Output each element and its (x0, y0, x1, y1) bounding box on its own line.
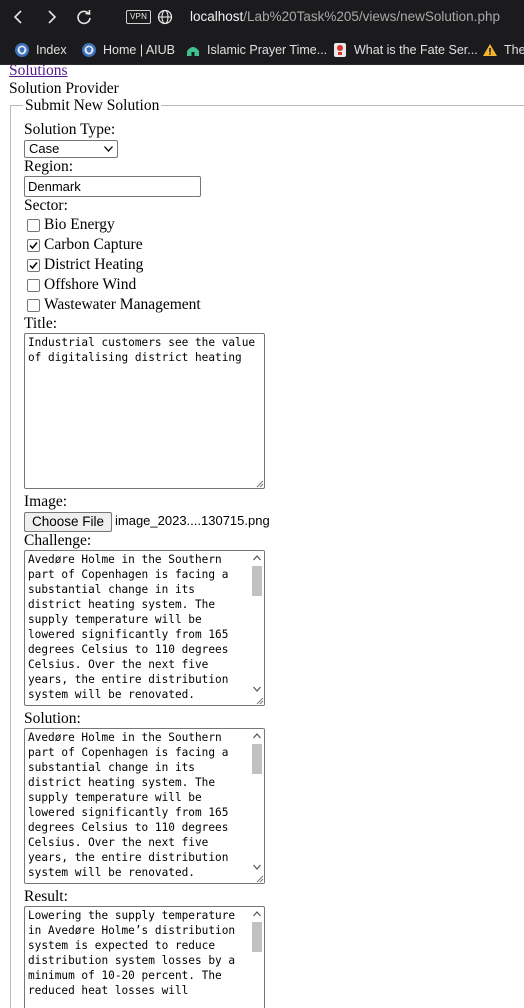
solution-type-select[interactable]: Case (24, 140, 118, 158)
result-label: Result: (24, 888, 68, 905)
shield-icon (15, 43, 29, 57)
scrollbar-thumb[interactable] (252, 566, 262, 596)
back-button[interactable] (8, 6, 30, 28)
checkbox-label: District Heating (44, 256, 144, 273)
solutions-link[interactable]: Solutions (9, 65, 68, 80)
sector-label: Sector: (24, 197, 68, 214)
solution-type-label: Solution Type: (24, 121, 116, 138)
selected-value: Case (29, 141, 60, 156)
file-name: image_2023....130715.png (115, 513, 270, 528)
fieldset-legend: Submit New Solution (23, 97, 162, 115)
provider-text: Solution Provider (9, 80, 119, 97)
textarea-content: Lowering the supply temperature in Avedø… (28, 909, 242, 997)
forward-button[interactable] (40, 6, 62, 28)
scroll-down-icon[interactable] (253, 864, 261, 870)
warning-icon (483, 44, 497, 56)
checkmark-icon (29, 242, 38, 250)
checkbox-label: Bio Energy (44, 216, 115, 233)
bookmark-label: What is the Fate Ser... (354, 43, 478, 57)
chevron-right-icon (48, 10, 57, 24)
scrollbar[interactable] (250, 907, 264, 1008)
shield-icon (82, 43, 96, 57)
textarea-content: Avedøre Holme in the Southern part of Co… (28, 731, 236, 879)
solution-textarea[interactable]: Avedøre Holme in the Southern part of Co… (24, 728, 265, 884)
scroll-down-icon[interactable] (253, 686, 261, 692)
choose-file-button[interactable]: Choose File (24, 512, 112, 532)
checkbox-label: Carbon Capture (44, 236, 143, 253)
scrollbar[interactable] (250, 551, 264, 705)
checkbox[interactable] (27, 279, 40, 292)
region-label: Region: (24, 158, 74, 175)
address-bar[interactable]: localhost/Lab%20Task%205/views/newSoluti… (190, 9, 500, 24)
bookmarks-bar: Index Home | AIUB Islamic Prayer Time...… (0, 35, 524, 65)
bookmark-label: Index (36, 43, 67, 57)
chevron-down-icon (104, 146, 113, 152)
bookmark-label: Islamic Prayer Time... (207, 43, 328, 57)
solution-label: Solution: (24, 710, 81, 727)
title-textarea[interactable]: Industrial customers see the value of di… (24, 333, 265, 489)
vpn-badge[interactable]: VPN (126, 10, 152, 24)
resize-grip-icon[interactable] (255, 696, 264, 705)
scrollbar[interactable] (250, 729, 264, 883)
checkbox-label: Wastewater Management (44, 296, 201, 313)
mosque-icon (187, 47, 199, 56)
scrollbar-thumb[interactable] (252, 744, 262, 774)
checkbox[interactable] (27, 299, 40, 312)
result-textarea[interactable]: Lowering the supply temperature in Avedø… (24, 906, 265, 1008)
checkbox[interactable] (27, 259, 40, 272)
challenge-label: Challenge: (24, 532, 92, 549)
challenge-textarea[interactable]: Avedøre Holme in the Southern part of Co… (24, 550, 265, 706)
browser-toolbar: VPN localhost/Lab%20Task%205/views/newSo… (0, 0, 524, 35)
resize-grip-icon[interactable] (255, 479, 264, 488)
url-host: localhost (190, 9, 244, 24)
resize-grip-icon[interactable] (255, 874, 264, 883)
scroll-up-icon[interactable] (253, 555, 261, 561)
scroll-up-icon[interactable] (253, 911, 261, 917)
bookmark-label: Home | AIUB (103, 43, 176, 57)
globe-icon (157, 9, 173, 25)
checkbox[interactable] (27, 219, 40, 232)
chevron-left-icon (13, 10, 22, 24)
checkbox-label: Offshore Wind (44, 276, 137, 293)
textarea-content: Industrial customers see the value of di… (28, 336, 262, 364)
checkbox[interactable] (27, 239, 40, 252)
reload-icon (77, 10, 91, 25)
region-value: Denmark (28, 179, 81, 194)
bookmark-label: The (504, 43, 524, 57)
reload-button[interactable] (73, 6, 95, 28)
url-path: /Lab%20Task%205/views/newSolution.php (243, 9, 500, 24)
scroll-up-icon[interactable] (253, 733, 261, 739)
textarea-content: Avedøre Holme in the Southern part of Co… (28, 553, 236, 701)
page-content: Solutions Solution Provider Submit New S… (0, 65, 524, 1008)
scrollbar-thumb[interactable] (252, 922, 262, 952)
region-input[interactable]: Denmark (24, 176, 201, 197)
quiz-icon (334, 43, 346, 57)
image-label: Image: (24, 493, 68, 510)
checkmark-icon (29, 262, 38, 270)
title-label: Title: (24, 315, 58, 332)
